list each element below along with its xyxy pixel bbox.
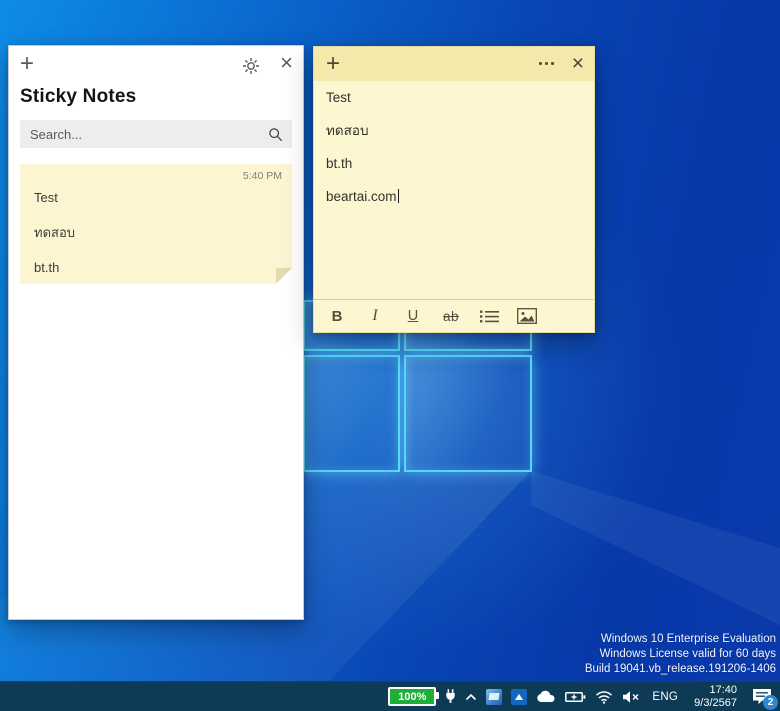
new-note-button[interactable]: + xyxy=(326,49,340,79)
volume-muted-icon[interactable] xyxy=(622,682,640,711)
sticky-note-window: + × Test ทดสอบ bt.th beartai.com B I U a… xyxy=(313,46,595,333)
note-title-bar[interactable]: + × xyxy=(314,47,594,81)
underline-button[interactable]: U xyxy=(394,301,432,331)
new-note-button[interactable]: + xyxy=(20,52,34,76)
language-indicator[interactable]: ENG xyxy=(649,691,681,703)
note-preview-line: bt.th xyxy=(34,260,60,275)
taskbar: 100% ENG 17:40 9/3/2567 2 xyxy=(0,681,780,711)
note-line: beartai.com xyxy=(326,180,582,213)
close-icon[interactable]: × xyxy=(280,51,293,75)
close-icon[interactable]: × xyxy=(572,51,584,77)
windows-logo-pane xyxy=(303,355,400,472)
notification-badge: 2 xyxy=(763,694,778,710)
bullet-list-button[interactable] xyxy=(470,301,508,331)
note-timestamp: 5:40 PM xyxy=(242,170,282,182)
tray-app-icon-blue-1[interactable] xyxy=(486,682,503,711)
watermark-line: Windows 10 Enterprise Evaluation xyxy=(600,633,776,645)
note-line: ทดสอบ xyxy=(326,123,369,138)
search-input[interactable] xyxy=(20,126,268,142)
search-box[interactable] xyxy=(20,120,292,148)
note-line: bt.th xyxy=(326,156,353,171)
wifi-icon[interactable] xyxy=(595,682,613,711)
action-center-icon[interactable]: 2 xyxy=(750,682,778,711)
folded-corner xyxy=(276,268,292,284)
power-plug-icon[interactable] xyxy=(445,682,456,711)
sticky-notes-list-window: + × Sticky Notes 5:40 PM Test ทดสอบ bt.t… xyxy=(8,45,304,620)
text-caret xyxy=(397,189,400,203)
watermark-line: Build 19041.vb_release.191206-1406 xyxy=(584,663,776,675)
tray-app-icon-blue-2[interactable] xyxy=(511,682,528,711)
clock-date: 9/3/2567 xyxy=(694,696,737,709)
note-preview-line: Test xyxy=(34,190,58,205)
note-preview-line: ทดสอบ xyxy=(34,225,76,240)
formatting-toolbar: B I U ab xyxy=(314,299,594,332)
insert-image-button[interactable] xyxy=(508,301,546,331)
system-tray: 100% ENG 17:40 9/3/2567 2 xyxy=(388,682,780,711)
settings-gear-icon[interactable] xyxy=(241,56,261,76)
app-title: Sticky Notes xyxy=(20,86,137,107)
italic-button[interactable]: I xyxy=(356,301,394,331)
license-watermark: Windows 10 Enterprise Evaluation Windows… xyxy=(585,632,776,677)
battery-percent-indicator[interactable]: 100% xyxy=(388,687,440,706)
desktop: Windows 10 Enterprise Evaluation Windows… xyxy=(0,0,780,711)
watermark-line: Windows License valid for 60 days xyxy=(599,648,776,660)
note-list-item[interactable]: 5:40 PM Test ทดสอบ bt.th xyxy=(20,164,292,284)
note-line-text: beartai.com xyxy=(326,189,397,204)
search-icon[interactable] xyxy=(268,127,283,142)
note-text-editor[interactable]: Test ทดสอบ bt.th beartai.com xyxy=(314,81,594,300)
taskbar-clock[interactable]: 17:40 9/3/2567 xyxy=(690,684,741,710)
strikethrough-button[interactable]: ab xyxy=(432,301,470,331)
clock-time: 17:40 xyxy=(709,683,737,696)
windows-logo-pane xyxy=(404,355,532,472)
menu-ellipsis-icon[interactable] xyxy=(539,62,554,65)
note-line: Test xyxy=(326,90,351,105)
bold-button[interactable]: B xyxy=(318,301,356,331)
chevron-up-icon[interactable] xyxy=(465,682,477,711)
onedrive-cloud-icon[interactable] xyxy=(536,682,556,711)
battery-plugged-icon[interactable] xyxy=(565,682,586,711)
